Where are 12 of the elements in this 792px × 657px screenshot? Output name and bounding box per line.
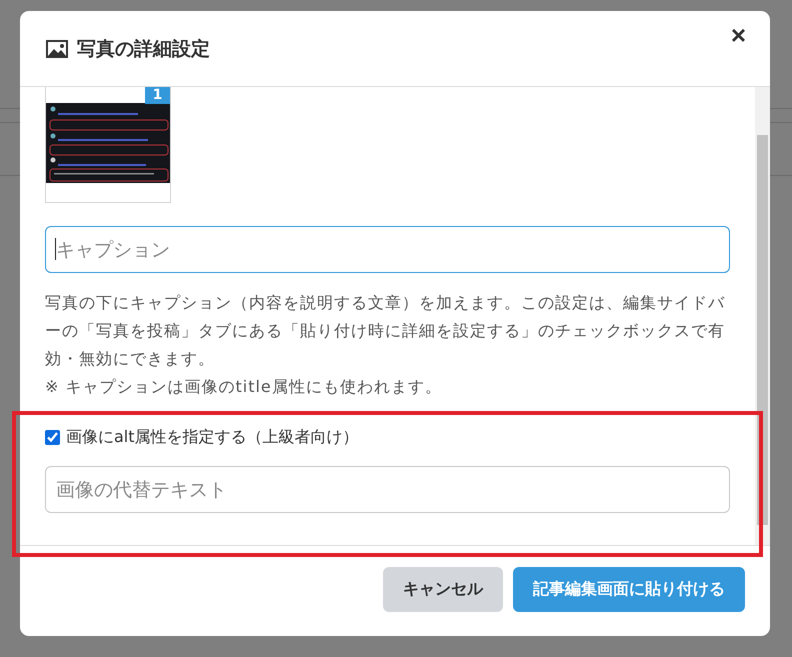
dialog-title: 写真の詳細設定 <box>77 36 210 62</box>
photo-number-badge: 1 <box>145 87 170 104</box>
checkbox-label[interactable]: 画像にalt属性を指定する（上級者向け） <box>66 427 359 448</box>
scrollbar[interactable] <box>755 87 770 545</box>
image-icon <box>45 38 69 58</box>
help-text: 写真の下にキャプション（内容を説明する文章）を加えます。この設定は、編集サイドバーの「写真を投稿」タブにある「貼り付け時に詳細を設定する」のチェックボックスで有効・無効にできます。 <box>45 292 726 370</box>
alt-checkbox[interactable] <box>45 430 60 445</box>
caption-field[interactable]: キャプション <box>45 226 730 273</box>
close-button[interactable]: × <box>726 22 750 48</box>
cancel-button[interactable]: キャンセル <box>383 567 503 612</box>
help-text: ※ キャプションは画像のtitle属性にも使われます。 <box>45 376 443 398</box>
alt-text-field[interactable]: 画像の代替テキスト <box>45 466 730 513</box>
